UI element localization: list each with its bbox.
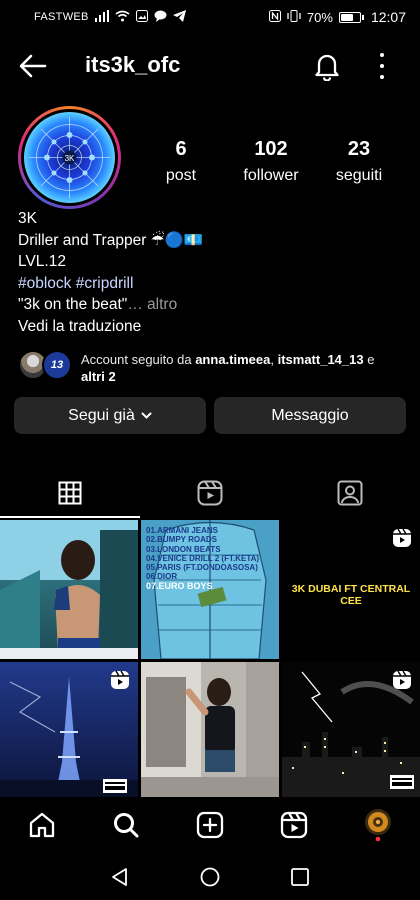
profile-avatar[interactable] <box>358 805 398 845</box>
message-notification-icon <box>154 10 167 24</box>
following-button-label: Segui già <box>68 406 135 424</box>
follower-avatar-2-text: 13 <box>50 359 64 371</box>
posts-label: post <box>165 167 197 184</box>
following-count: 23 <box>347 138 371 160</box>
svg-text:3K: 3K <box>65 154 75 163</box>
dot <box>380 53 384 57</box>
bottom-nav <box>0 797 420 853</box>
reel-badge-icon <box>392 528 412 548</box>
profile-bio: 3K Driller and Trapper ☔🔵💶 LVL.12 #obloc… <box>18 208 408 337</box>
wifi-icon <box>115 10 130 24</box>
dot <box>380 64 384 68</box>
status-left: FASTWEB <box>34 10 186 24</box>
back-triangle-icon[interactable] <box>108 865 132 889</box>
reels-icon <box>197 480 223 511</box>
tab-grid[interactable] <box>0 472 140 518</box>
following-button[interactable]: Segui già <box>14 397 206 434</box>
posts-count: 6 <box>175 138 187 160</box>
battery-fill <box>340 13 353 21</box>
track-7: 07.EURO BOYS <box>146 580 213 591</box>
home-circle-icon[interactable] <box>198 865 222 889</box>
tab-tagged[interactable] <box>280 472 420 518</box>
profile-username: its3k_ofc <box>85 52 181 77</box>
following-label: seguiti <box>335 167 383 184</box>
gallery-notification-icon <box>135 10 148 24</box>
status-bar: FASTWEB 70% 12:07 <box>0 0 420 34</box>
follower-avatar-2: 13 <box>42 350 72 380</box>
bell-icon[interactable] <box>313 51 341 82</box>
followed-by-row[interactable]: 13 Account seguito da anna.timeea, itsma… <box>18 348 420 385</box>
post-5[interactable] <box>141 662 279 797</box>
story-ring[interactable]: 3K <box>18 106 121 209</box>
followed-by-others[interactable]: altri 2 <box>81 369 116 384</box>
battery-percent: 70% <box>306 9 333 25</box>
stat-posts[interactable]: 6 post <box>136 138 226 185</box>
followed-by-conj: e <box>363 352 375 367</box>
followed-by-sep: , <box>270 352 278 367</box>
bio-line-1: Driller and Trapper ☔🔵💶 <box>18 231 204 249</box>
message-button-label: Messaggio <box>271 406 349 424</box>
more-vert-icon[interactable] <box>372 53 392 79</box>
bio-hashtags[interactable]: #oblock #cripdrill <box>18 273 408 295</box>
status-right: 70% 12:07 <box>268 9 406 25</box>
post-1[interactable] <box>0 520 138 659</box>
track-2: 02.BUMPY ROADS <box>146 535 217 545</box>
followers-label: follower <box>243 167 299 184</box>
post-3-caption: 3K DUBAI FT CENTRAL CEE <box>291 583 411 607</box>
follower-user-2[interactable]: itsmatt_14_13 <box>278 352 364 367</box>
dot <box>380 75 384 79</box>
carrier-name: FASTWEB <box>34 11 89 23</box>
tagged-icon <box>337 480 363 511</box>
profile-avatar[interactable]: 3K <box>24 112 115 203</box>
clock: 12:07 <box>370 9 406 25</box>
battery-icon <box>338 11 364 23</box>
post-3[interactable]: 3K DUBAI FT CENTRAL CEE <box>282 520 420 659</box>
vibrate-icon <box>287 10 301 24</box>
post-1-image <box>0 520 138 659</box>
post-2[interactable]: 01.ARMANI JEANS 02.BUMPY ROADS 03.LONDON… <box>141 520 279 659</box>
recents-square-icon[interactable] <box>288 865 312 889</box>
reel-badge-icon <box>392 670 412 690</box>
reels-nav-icon[interactable] <box>274 805 314 845</box>
profile-header: its3k_ofc <box>0 40 420 92</box>
follower-user-1[interactable]: anna.timeea <box>195 352 270 367</box>
bio-line-2: LVL.12 <box>18 253 66 270</box>
grid-icon <box>58 481 82 510</box>
track-4: 04.VENICE DRILL 2 (FT.KETA) <box>146 553 260 563</box>
message-button[interactable]: Messaggio <box>214 397 406 434</box>
bio-line-quote: "3k on the beat"… altro <box>18 294 408 316</box>
post-4[interactable] <box>0 662 138 797</box>
post-6[interactable] <box>282 662 420 797</box>
see-translation-link[interactable]: Vedi la traduzione <box>18 316 408 338</box>
active-tab-indicator <box>0 516 140 518</box>
followed-by-prefix: Account seguito da <box>81 352 196 367</box>
track-3: 03.LONDON BEATS <box>146 544 221 554</box>
tab-reels[interactable] <box>140 472 280 518</box>
followers-count: 102 <box>254 138 288 160</box>
profile-name: 3K <box>18 210 37 227</box>
track-5: 05.PARIS (FT.DONDOASOSA) <box>146 563 258 573</box>
signal-icon <box>94 10 109 24</box>
followed-by-text: Account seguito da anna.timeea, itsmatt_… <box>81 351 420 385</box>
nfc-icon <box>268 10 281 24</box>
bio-more-link[interactable]: … altro <box>127 296 177 313</box>
system-nav-bar <box>0 853 420 900</box>
home-icon[interactable] <box>22 805 62 845</box>
post-5-image <box>141 662 279 797</box>
reel-badge-icon <box>110 670 130 690</box>
search-icon[interactable] <box>106 805 146 845</box>
stat-followers[interactable]: 102 follower <box>226 138 316 185</box>
chevron-down-icon <box>141 407 152 425</box>
post-2-tracklist: 01.ARMANI JEANS 02.BUMPY ROADS 03.LONDON… <box>146 526 259 591</box>
back-arrow-icon[interactable] <box>18 52 48 80</box>
track-1: 01.ARMANI JEANS <box>146 526 219 535</box>
stat-following[interactable]: 23 seguiti <box>314 138 404 185</box>
avatar-border: 3K <box>21 109 118 206</box>
telegram-icon <box>172 10 186 24</box>
bio-quote: "3k on the beat" <box>18 296 128 313</box>
add-post-icon[interactable] <box>190 805 230 845</box>
